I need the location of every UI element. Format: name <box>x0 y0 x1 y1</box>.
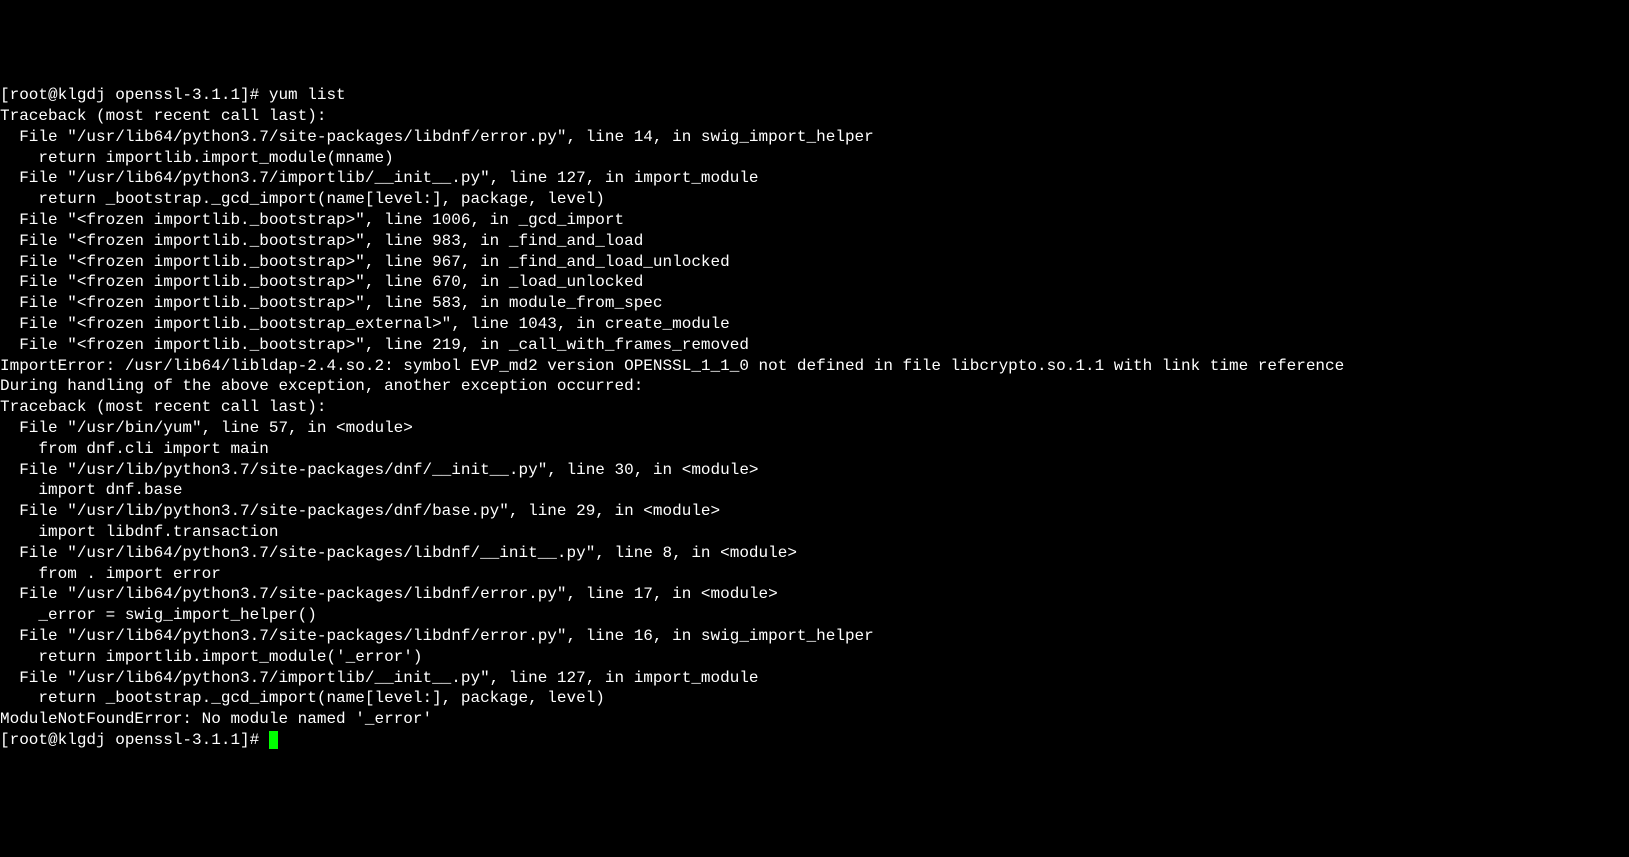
terminal-prompt-line: [root@klgdj openssl-3.1.1]# <box>0 730 1629 751</box>
terminal-line: _error = swig_import_helper() <box>0 605 1629 626</box>
terminal-line: [root@klgdj openssl-3.1.1]# yum list <box>0 85 1629 106</box>
terminal-line: import libdnf.transaction <box>0 522 1629 543</box>
terminal-line: from . import error <box>0 564 1629 585</box>
terminal-line: return importlib.import_module(mname) <box>0 148 1629 169</box>
terminal-line: File "<frozen importlib._bootstrap>", li… <box>0 231 1629 252</box>
terminal-line: File "/usr/bin/yum", line 57, in <module… <box>0 418 1629 439</box>
terminal-line: File "/usr/lib64/python3.7/site-packages… <box>0 127 1629 148</box>
terminal-line: File "<frozen importlib._bootstrap>", li… <box>0 335 1629 356</box>
terminal-line: import dnf.base <box>0 480 1629 501</box>
terminal-line: return _bootstrap._gcd_import(name[level… <box>0 688 1629 709</box>
terminal-line: ModuleNotFoundError: No module named '_e… <box>0 709 1629 730</box>
terminal-line: File "/usr/lib/python3.7/site-packages/d… <box>0 460 1629 481</box>
terminal-line: File "<frozen importlib._bootstrap>", li… <box>0 210 1629 231</box>
terminal-line: File "/usr/lib/python3.7/site-packages/d… <box>0 501 1629 522</box>
terminal-line: return _bootstrap._gcd_import(name[level… <box>0 189 1629 210</box>
terminal-line: Traceback (most recent call last): <box>0 106 1629 127</box>
terminal-line: File "/usr/lib64/python3.7/site-packages… <box>0 543 1629 564</box>
terminal-line: File "/usr/lib64/python3.7/importlib/__i… <box>0 668 1629 689</box>
terminal-line: ImportError: /usr/lib64/libldap-2.4.so.2… <box>0 356 1629 377</box>
terminal-line: During handling of the above exception, … <box>0 376 1629 397</box>
terminal-line: return importlib.import_module('_error') <box>0 647 1629 668</box>
terminal-line: File "<frozen importlib._bootstrap>", li… <box>0 272 1629 293</box>
terminal-line: Traceback (most recent call last): <box>0 397 1629 418</box>
terminal-line: File "<frozen importlib._bootstrap_exter… <box>0 314 1629 335</box>
terminal-line: File "/usr/lib64/python3.7/site-packages… <box>0 626 1629 647</box>
terminal-line: from dnf.cli import main <box>0 439 1629 460</box>
terminal-output[interactable]: [root@klgdj openssl-3.1.1]# yum listTrac… <box>0 83 1629 753</box>
terminal-line: File "/usr/lib64/python3.7/site-packages… <box>0 584 1629 605</box>
terminal-line: File "/usr/lib64/python3.7/importlib/__i… <box>0 168 1629 189</box>
terminal-line: File "<frozen importlib._bootstrap>", li… <box>0 293 1629 314</box>
terminal-line: File "<frozen importlib._bootstrap>", li… <box>0 252 1629 273</box>
